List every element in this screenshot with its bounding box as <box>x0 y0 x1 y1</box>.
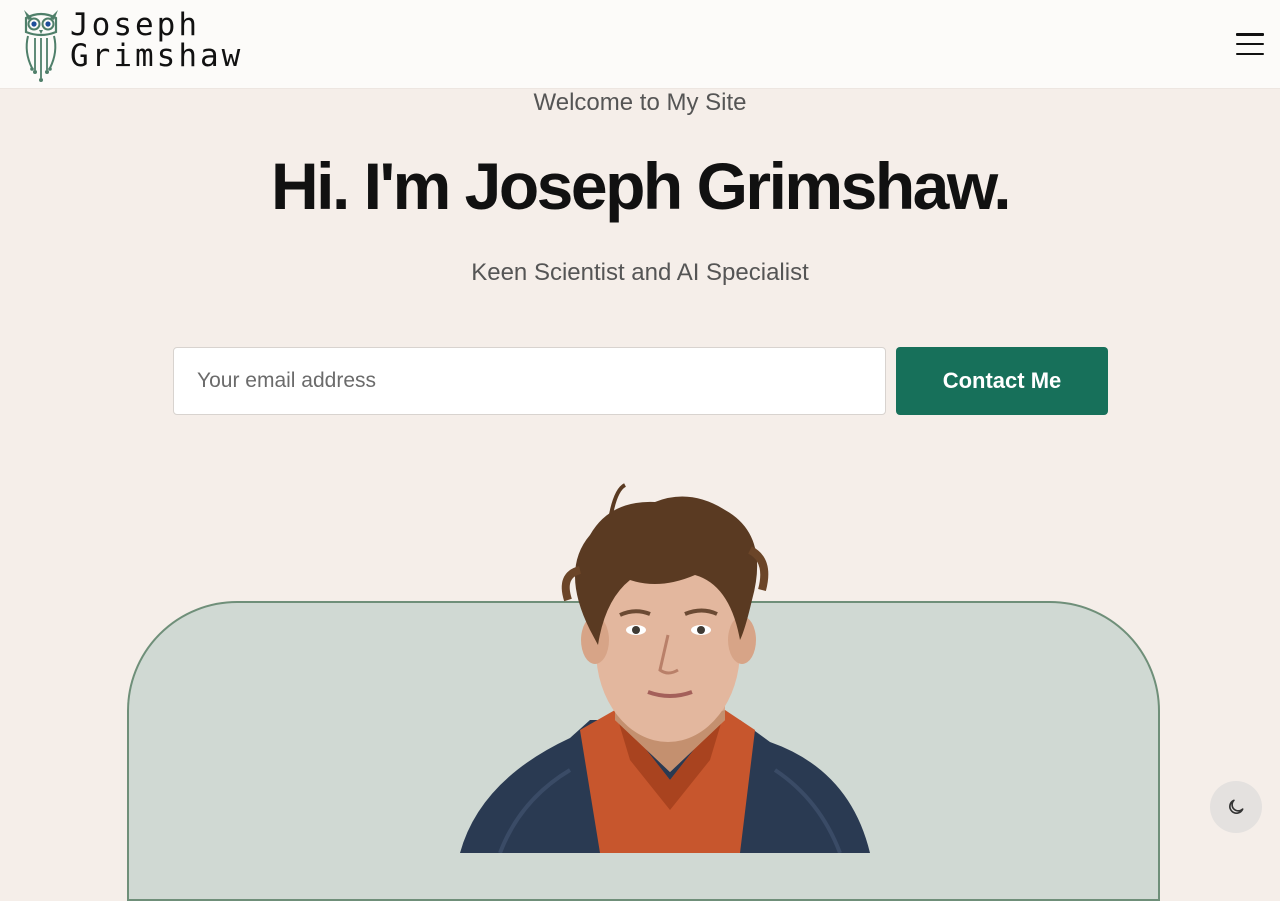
contact-me-button[interactable]: Contact Me <box>896 347 1108 415</box>
menu-line <box>1236 52 1264 55</box>
logo-first-name: Joseph <box>70 7 200 43</box>
welcome-text: Welcome to My Site <box>533 89 747 116</box>
site-logo-text[interactable]: Joseph Grimshaw <box>70 10 243 72</box>
email-input[interactable] <box>173 347 886 415</box>
moon-icon <box>1229 799 1244 814</box>
profile-photo <box>460 483 870 853</box>
menu-line <box>1236 33 1264 36</box>
logo-last-name: Grimshaw <box>70 38 244 74</box>
menu-line <box>1236 42 1264 46</box>
hero-subtitle: Keen Scientist and AI Specialist <box>471 259 809 286</box>
hamburger-menu-icon[interactable] <box>1233 30 1267 58</box>
site-header: Joseph Grimshaw <box>0 0 1280 88</box>
hero-title: Hi. I'm Joseph Grimshaw. <box>270 149 1012 223</box>
theme-toggle-button[interactable] <box>1210 781 1262 833</box>
owl-logo-icon[interactable] <box>20 6 62 82</box>
